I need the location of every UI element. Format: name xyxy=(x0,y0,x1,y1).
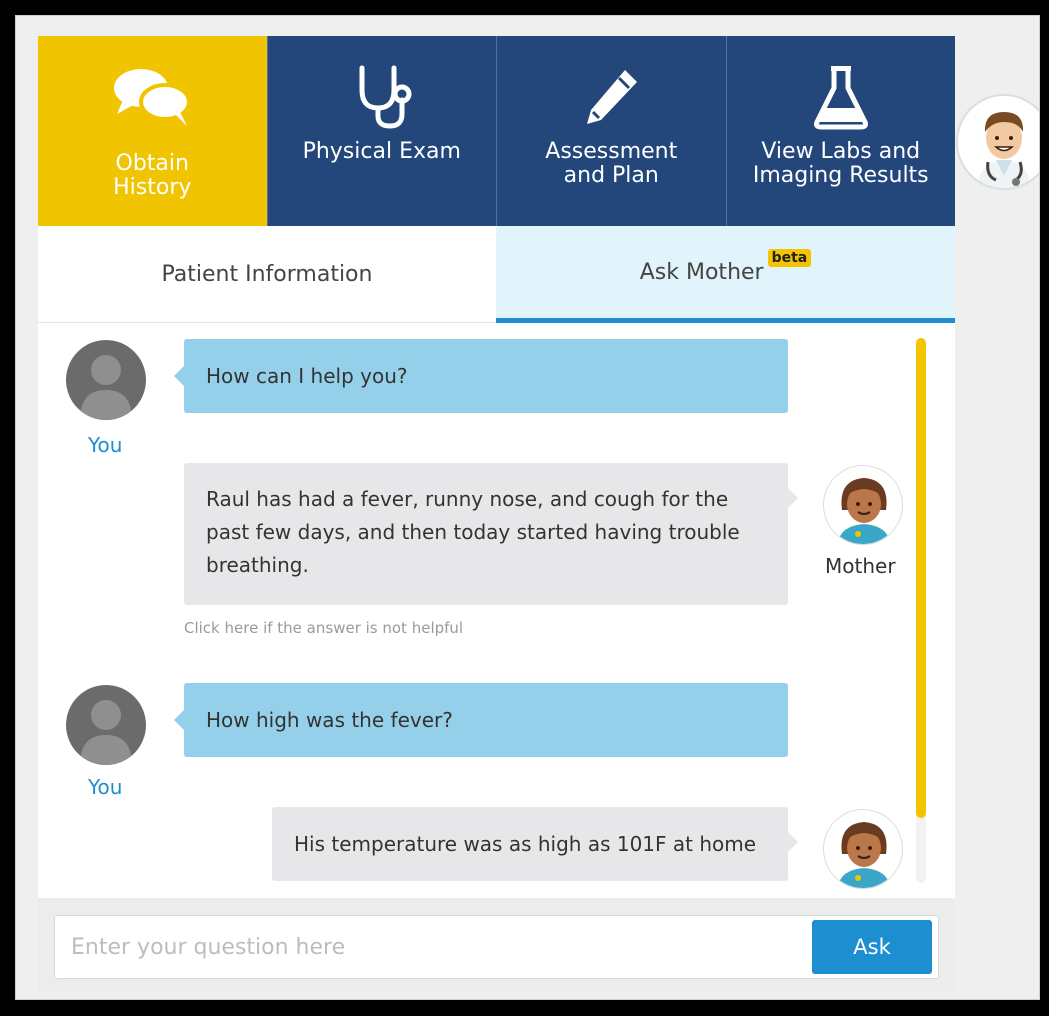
tab-label: Obtain History xyxy=(113,151,192,200)
mother-avatar xyxy=(823,809,903,889)
tab-label: View Labs and Imaging Results xyxy=(752,139,929,188)
chat-scrollbar[interactable] xyxy=(916,338,926,883)
message-text: How can I help you? xyxy=(206,363,408,388)
answer-bubble: Raul has had a fever, runny nose, and co… xyxy=(184,463,798,605)
question-input[interactable] xyxy=(55,916,805,978)
ask-button[interactable]: Ask xyxy=(812,920,932,974)
question-input-box: Ask xyxy=(54,915,939,979)
top-nav: Obtain History Physical Exam Assessment … xyxy=(38,36,955,226)
message-bubble: How can I help you? xyxy=(174,339,788,413)
flask-icon xyxy=(811,58,871,136)
pencil-icon xyxy=(581,58,641,136)
message-text: His temperature was as high as 101F at h… xyxy=(294,831,757,856)
answer-bubble: His temperature was as high as 101F at h… xyxy=(272,807,798,881)
tab-ask-mother[interactable]: Ask Mother beta xyxy=(496,226,955,323)
chat-area[interactable]: You How can I help you? Raul has had a f… xyxy=(38,323,955,898)
beta-badge: beta xyxy=(767,249,812,267)
mother-avatar xyxy=(823,465,903,545)
tab-label: Ask Mother xyxy=(639,259,764,285)
stethoscope-icon xyxy=(352,58,412,136)
sender-label: You xyxy=(88,433,123,457)
tab-physical-exam[interactable]: Physical Exam xyxy=(267,36,497,226)
sender-label: Mother xyxy=(825,554,896,578)
user-avatar xyxy=(66,685,146,765)
tab-patient-information[interactable]: Patient Information xyxy=(38,226,496,323)
tab-label: Patient Information xyxy=(161,262,373,287)
tab-view-labs[interactable]: View Labs and Imaging Results xyxy=(726,36,955,226)
tab-assessment-plan[interactable]: Assessment and Plan xyxy=(497,36,727,226)
tab-label: Physical Exam xyxy=(302,139,461,164)
case-panel: Obtain History Physical Exam Assessment … xyxy=(38,36,955,991)
message-text: Raul has had a fever, runny nose, and co… xyxy=(206,487,740,577)
doctor-avatar[interactable] xyxy=(956,94,1039,190)
question-bar: Ask xyxy=(38,898,955,991)
message-text: How high was the fever? xyxy=(206,707,453,732)
message-bubble: How high was the fever? xyxy=(174,683,788,757)
app-window: Obtain History Physical Exam Assessment … xyxy=(15,15,1040,1000)
sub-nav: Patient Information Ask Mother beta xyxy=(38,226,955,323)
tab-obtain-history[interactable]: Obtain History xyxy=(38,36,268,226)
sender-label: You xyxy=(88,775,123,799)
scrollbar-thumb[interactable] xyxy=(916,338,926,818)
speech-bubbles-icon xyxy=(113,58,192,136)
tab-label: Assessment and Plan xyxy=(545,139,678,188)
user-avatar xyxy=(66,340,146,420)
not-helpful-link[interactable]: Click here if the answer is not helpful xyxy=(184,619,463,637)
